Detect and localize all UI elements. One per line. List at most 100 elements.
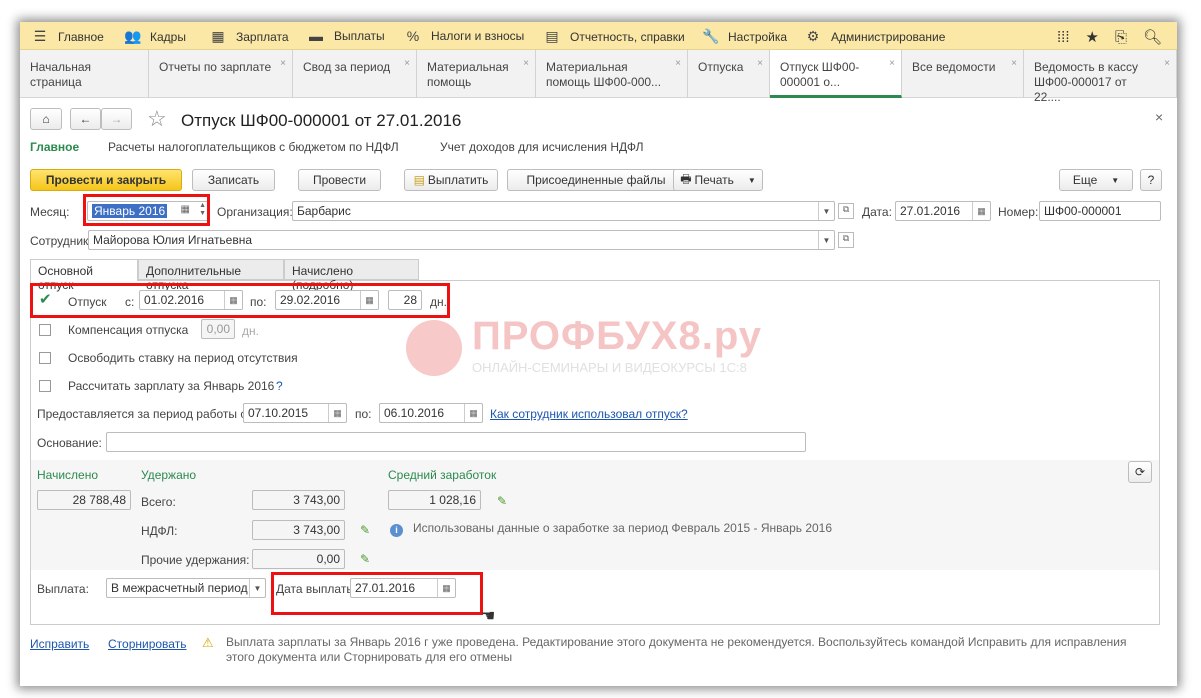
- forward-button[interactable]: →: [101, 108, 132, 130]
- employee-field[interactable]: Майорова Юлия Игнатьевна ▼: [88, 230, 835, 250]
- close-icon[interactable]: ×: [404, 56, 410, 71]
- close-icon[interactable]: ×: [280, 56, 286, 71]
- close-icon[interactable]: ×: [757, 56, 763, 71]
- compensation-checkbox[interactable]: [39, 324, 51, 336]
- chevron-down-icon[interactable]: ▼: [249, 579, 265, 597]
- pay-icon: ▤: [413, 173, 425, 187]
- number-field[interactable]: ШФ00-000001: [1039, 201, 1161, 221]
- favorite-star-icon[interactable]: ☆: [147, 106, 167, 132]
- tab-salary-reports[interactable]: Отчеты по зарплате ×: [149, 50, 293, 98]
- compensation-days-field[interactable]: 0,00: [201, 319, 235, 339]
- section-admin[interactable]: ⚙ Администрирование: [805, 28, 946, 45]
- tab-home[interactable]: Начальная страница: [20, 50, 149, 98]
- section-bar: ☰ Главное 👥 Кадры ▦ Зарплата ▬ Выплаты % Нало…: [20, 22, 1177, 50]
- tab-cash-statement[interactable]: Ведомость в кассу ШФ00-000017 от 22.... ×: [1024, 50, 1177, 104]
- calendar-icon[interactable]: ▦: [972, 202, 990, 220]
- percent-icon: %: [406, 28, 420, 44]
- period-from-field[interactable]: 07.10.2015 ▦: [243, 403, 347, 423]
- section-settings[interactable]: 🔧 Настройка: [702, 28, 787, 45]
- fix-link[interactable]: Исправить: [30, 637, 89, 651]
- sublink-ndfl-settlements[interactable]: Расчеты налогоплательщиков с бюджетом по…: [108, 140, 399, 154]
- section-salary[interactable]: ▦ Зарплата: [210, 28, 288, 45]
- attached-files-button[interactable]: Присоединенные файлы: [507, 169, 685, 191]
- close-icon[interactable]: ×: [675, 56, 681, 71]
- sublink-main[interactable]: Главное: [30, 140, 79, 154]
- print-button[interactable]: 🖶 Печать ▼: [673, 169, 763, 191]
- app-window: ☰ Главное 👥 Кадры ▦ Зарплата ▬ Выплаты % Нало…: [20, 22, 1177, 686]
- open-icon[interactable]: ⧉: [838, 203, 854, 219]
- tab-period-summary[interactable]: Свод за период ×: [293, 50, 417, 98]
- refresh-button[interactable]: ⟳: [1128, 461, 1152, 483]
- inner-tab-accrued[interactable]: Начислено (подробно): [284, 259, 419, 292]
- more-button[interactable]: Еще ▼: [1059, 169, 1133, 191]
- org-label: Организация:: [217, 205, 293, 219]
- tab-vacations[interactable]: Отпуска ×: [688, 50, 770, 98]
- compensation-unit: дн.: [242, 324, 259, 338]
- hand-cursor-icon: ☚: [481, 608, 496, 625]
- search-icon[interactable]: 🔍︎: [1143, 28, 1162, 46]
- arrow-right-icon: →: [110, 112, 123, 126]
- history-icon[interactable]: ⎘: [1115, 29, 1127, 46]
- free-rate-checkbox[interactable]: [39, 352, 51, 364]
- compensation-label: Компенсация отпуска: [68, 323, 189, 337]
- avg-earnings-field: 1 028,16: [388, 490, 481, 510]
- basis-field[interactable]: [106, 432, 806, 452]
- calc-salary-checkbox[interactable]: [39, 380, 51, 392]
- free-rate-label: Освободить ставку на период отсутствия: [68, 351, 298, 365]
- other-withholdings-field: 0,00: [252, 549, 345, 569]
- apps-grid-icon[interactable]: ⁞⁞⁞: [1057, 29, 1070, 46]
- close-icon[interactable]: ×: [1164, 56, 1170, 71]
- withheld-heading: Удержано: [141, 468, 197, 482]
- section-payments[interactable]: ▬ Выплаты: [308, 28, 385, 44]
- close-form-icon[interactable]: ×: [1155, 109, 1163, 125]
- ndfl-label: НДФЛ:: [141, 524, 178, 538]
- payment-type-select[interactable]: В межрасчетный период ▼: [106, 578, 266, 598]
- people-icon: 👥: [124, 28, 142, 44]
- organization-field[interactable]: Барбарис ▼: [292, 201, 835, 221]
- close-icon[interactable]: ×: [1011, 56, 1017, 71]
- calc-salary-help[interactable]: ?: [276, 379, 283, 393]
- sublink-ndfl-income[interactable]: Учет доходов для исчисления НДФЛ: [440, 140, 644, 154]
- inner-tab-additional[interactable]: Дополнительные отпуска: [138, 259, 284, 292]
- back-button[interactable]: ←: [70, 108, 101, 130]
- calendar-icon[interactable]: ▦: [464, 404, 482, 422]
- close-icon[interactable]: ×: [523, 56, 529, 71]
- edit-pencil-icon[interactable]: ✎: [360, 552, 370, 566]
- help-button[interactable]: ?: [1140, 169, 1162, 191]
- vacation-usage-link[interactable]: Как сотрудник использовал отпуск?: [490, 407, 688, 421]
- save-button[interactable]: Записать: [192, 169, 275, 191]
- total-withheld-label: Всего:: [141, 495, 176, 509]
- tab-material-aid-doc[interactable]: Материальная помощь ШФ00-000... ×: [536, 50, 688, 98]
- section-reports[interactable]: ▤ Отчетность, справки: [544, 28, 684, 45]
- post-and-close-button[interactable]: Провести и закрыть: [30, 169, 182, 191]
- section-main[interactable]: ☰ Главное: [32, 28, 104, 45]
- section-hr[interactable]: 👥 Кадры: [124, 28, 186, 45]
- tab-all-statements[interactable]: Все ведомости ×: [902, 50, 1024, 98]
- open-icon[interactable]: ⧉: [838, 232, 854, 248]
- period-to-field[interactable]: 06.10.2016 ▦: [379, 403, 483, 423]
- close-icon[interactable]: ×: [889, 56, 895, 71]
- chevron-down-icon[interactable]: ▼: [818, 202, 834, 220]
- calendar-icon[interactable]: ▦: [328, 404, 346, 422]
- period-to-label: по:: [355, 407, 372, 421]
- basis-label: Основание:: [37, 436, 102, 450]
- reverse-link[interactable]: Сторнировать: [108, 637, 186, 651]
- section-taxes[interactable]: % Налоги и взносы: [405, 28, 525, 44]
- favorites-star-icon[interactable]: ★: [1086, 28, 1099, 46]
- edit-pencil-icon[interactable]: ✎: [497, 494, 507, 508]
- chevron-down-icon[interactable]: ▼: [818, 231, 834, 249]
- edit-pencil-icon[interactable]: ✎: [360, 523, 370, 537]
- tab-vacation-doc[interactable]: Отпуск ШФ00-000001 о... ×: [770, 50, 902, 98]
- highlight-month: [83, 194, 210, 226]
- pay-button[interactable]: ▤ Выплатить: [404, 169, 498, 191]
- inner-tab-main[interactable]: Основной отпуск: [30, 259, 138, 292]
- other-withholdings-label: Прочие удержания:: [141, 553, 250, 567]
- date-label: Дата:: [862, 205, 892, 219]
- ndfl-field: 3 743,00: [252, 520, 345, 540]
- post-button[interactable]: Провести: [298, 169, 381, 191]
- home-button[interactable]: ⌂: [30, 108, 62, 130]
- menu-icon: ☰: [33, 28, 47, 44]
- date-field[interactable]: 27.01.2016 ▦: [895, 201, 991, 221]
- info-icon: i: [390, 524, 403, 537]
- tab-material-aid[interactable]: Материальная помощь ×: [417, 50, 536, 98]
